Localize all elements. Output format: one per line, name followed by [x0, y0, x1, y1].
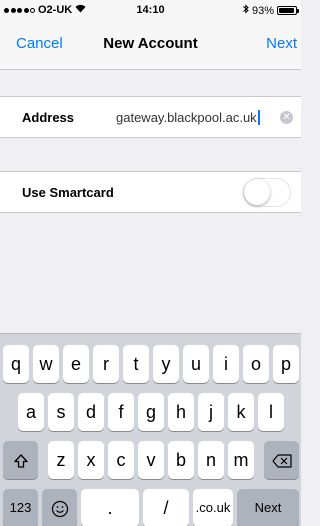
key-c[interactable]: c: [108, 441, 134, 479]
bluetooth-icon: [243, 4, 249, 17]
clear-text-icon[interactable]: ✕: [280, 111, 293, 124]
key-l[interactable]: l: [258, 393, 284, 431]
key-b[interactable]: b: [168, 441, 194, 479]
smartcard-toggle[interactable]: [243, 178, 291, 207]
text-caret: [257, 110, 260, 125]
keyboard: q w e r t y u i o p a s d f g h j k l z …: [0, 333, 301, 526]
key-d[interactable]: d: [78, 393, 104, 431]
navigation-bar: Cancel New Account Next: [0, 20, 301, 70]
period-key[interactable]: .: [81, 489, 139, 526]
address-input[interactable]: gateway.blackpool.ac.uk: [116, 110, 260, 125]
key-o[interactable]: o: [243, 345, 269, 383]
smartcard-label: Use Smartcard: [22, 185, 114, 200]
key-m[interactable]: m: [228, 441, 254, 479]
key-f[interactable]: f: [108, 393, 134, 431]
key-i[interactable]: i: [213, 345, 239, 383]
key-z[interactable]: z: [48, 441, 74, 479]
key-t[interactable]: t: [123, 345, 149, 383]
address-row[interactable]: Address gateway.blackpool.ac.uk ✕: [0, 96, 301, 138]
address-value: gateway.blackpool.ac.uk: [116, 110, 257, 125]
emoji-key[interactable]: [42, 489, 77, 526]
key-v[interactable]: v: [138, 441, 164, 479]
shift-icon: [13, 454, 28, 468]
status-right: 93%: [243, 4, 299, 17]
key-h[interactable]: h: [168, 393, 194, 431]
next-button[interactable]: Next: [266, 35, 297, 52]
key-k[interactable]: k: [228, 393, 254, 431]
key-w[interactable]: w: [33, 345, 59, 383]
domain-key[interactable]: .co.uk: [193, 489, 233, 526]
key-j[interactable]: j: [198, 393, 224, 431]
cancel-button[interactable]: Cancel: [16, 35, 63, 52]
key-r[interactable]: r: [93, 345, 119, 383]
status-bar: O2-UK 14:10 93%: [0, 0, 301, 20]
key-a[interactable]: a: [18, 393, 44, 431]
numbers-key[interactable]: 123: [3, 489, 38, 526]
key-x[interactable]: x: [78, 441, 104, 479]
emoji-icon: [51, 501, 68, 518]
shift-key[interactable]: [3, 441, 38, 479]
backspace-key[interactable]: [264, 441, 299, 479]
key-u[interactable]: u: [183, 345, 209, 383]
key-e[interactable]: e: [63, 345, 89, 383]
key-y[interactable]: y: [153, 345, 179, 383]
slash-key[interactable]: /: [143, 489, 189, 526]
backspace-icon: [271, 454, 292, 468]
key-s[interactable]: s: [48, 393, 74, 431]
toggle-knob: [244, 179, 270, 205]
key-q[interactable]: q: [3, 345, 29, 383]
address-label: Address: [22, 110, 75, 125]
battery-percent: 93%: [251, 4, 274, 17]
smartcard-row: Use Smartcard: [0, 171, 301, 213]
key-n[interactable]: n: [198, 441, 224, 479]
keyboard-next-key[interactable]: Next: [237, 489, 299, 526]
key-g[interactable]: g: [138, 393, 164, 431]
key-p[interactable]: p: [273, 345, 299, 383]
battery-icon: [277, 6, 299, 15]
